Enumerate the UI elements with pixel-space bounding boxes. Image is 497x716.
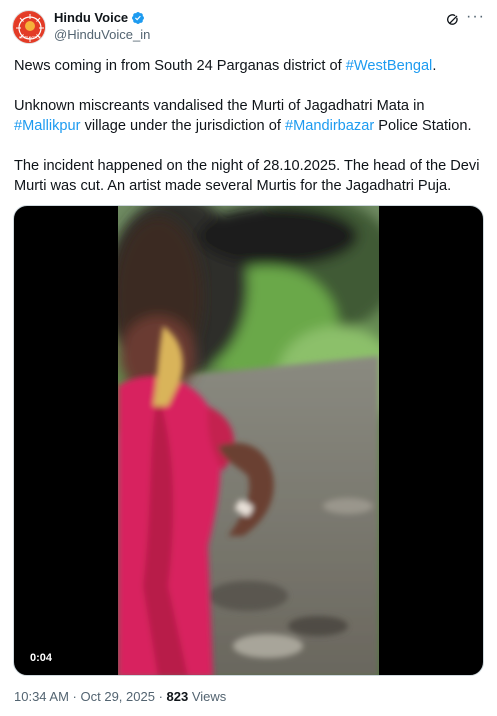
video-player[interactable]: 0:04	[13, 205, 484, 676]
text-span: .	[432, 58, 437, 74]
user-handle[interactable]: @HinduVoice_in	[54, 27, 150, 42]
grok-icon[interactable]	[445, 12, 461, 28]
tweet-text: News coming in from South 24 Parganas di…	[14, 56, 484, 216]
hashtag-mandirbazar[interactable]: #Mandirbazar	[285, 118, 374, 134]
avatar-text: HINDU VOICE	[19, 36, 42, 40]
text-span: Unknown miscreants vandalised the Murti …	[14, 98, 425, 114]
views-count: 823	[166, 689, 189, 704]
name-row: Hindu Voice	[54, 10, 145, 25]
tweet-time[interactable]: 10:34 AM	[14, 689, 69, 704]
hindu-voice-logo-icon: HINDU VOICE	[14, 12, 45, 43]
verified-badge-icon	[132, 11, 145, 24]
display-name[interactable]: Hindu Voice	[54, 10, 128, 25]
hashtag-westbengal[interactable]: #WestBengal	[346, 58, 433, 74]
hashtag-mallikpur[interactable]: #Mallikpur	[14, 118, 81, 134]
separator: ·	[154, 689, 167, 704]
tweet-header: HINDU VOICE Hindu Voice @HinduVoice_in ·…	[12, 9, 485, 46]
tweet-paragraph-3: The incident happened on the night of 28…	[14, 158, 480, 194]
video-thumbnail	[118, 206, 379, 675]
tweet-meta: 10:34 AM · Oct 29, 2025 · 823 Views	[14, 689, 226, 704]
tweet-date[interactable]: Oct 29, 2025	[81, 689, 155, 704]
tweet-paragraph-1: News coming in from South 24 Parganas di…	[14, 56, 484, 76]
text-span: village under the jurisdiction of	[80, 118, 285, 134]
text-span: Police Station.	[374, 118, 472, 134]
more-options-icon[interactable]: ···	[466, 9, 485, 25]
video-duration: 0:04	[24, 650, 59, 666]
tweet-paragraph-2: Unknown miscreants vandalised the Murti …	[14, 96, 484, 136]
avatar[interactable]: HINDU VOICE	[12, 10, 46, 44]
views-label: Views	[188, 689, 227, 704]
separator: ·	[68, 689, 81, 704]
video-frame[interactable]	[118, 206, 379, 675]
text-span: News coming in from South 24 Parganas di…	[14, 58, 346, 74]
